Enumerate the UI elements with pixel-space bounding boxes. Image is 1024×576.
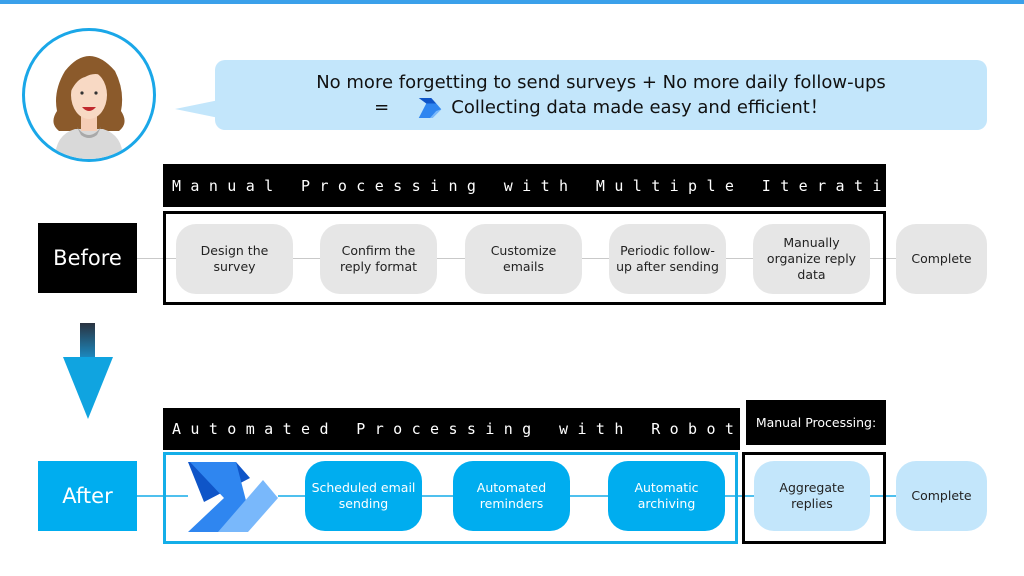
step-scheduled-email-sending: Scheduled email sending <box>305 461 422 531</box>
before-label: Before <box>38 223 137 293</box>
down-arrow-icon <box>63 357 113 419</box>
step-aggregate-replies: Aggregate replies <box>754 461 870 531</box>
step-periodic-follow-up: Periodic follow-up after sending <box>609 224 726 294</box>
top-accent-bar <box>0 0 1024 4</box>
power-automate-logo <box>188 462 278 532</box>
step-customize-emails: Customize emails <box>465 224 582 294</box>
manual-processing-small-header: Manual Processing: <box>746 400 886 445</box>
woman-avatar-icon <box>53 56 125 159</box>
power-automate-logo-icon <box>419 97 442 118</box>
bubble-line-2-text: Collecting data made easy and efficient！ <box>451 97 828 118</box>
after-label: After <box>38 461 137 531</box>
bubble-line-2: = Collecting data made easy and efficien… <box>374 95 828 120</box>
equals-sign: = <box>374 97 390 118</box>
step-automated-reminders: Automated reminders <box>453 461 570 531</box>
speech-bubble: No more forgetting to send surveys + No … <box>215 60 987 130</box>
down-arrow-shaft <box>80 323 95 359</box>
avatar <box>22 28 156 162</box>
manual-processing-header: Manual Processing with Multiple Iteratio… <box>163 164 955 207</box>
power-automate-logo-icon <box>188 462 278 532</box>
step-organize-reply-data: Manually organize reply data <box>753 224 870 294</box>
step-complete-before: Complete <box>896 224 987 294</box>
step-design-survey: Design the survey <box>176 224 293 294</box>
step-complete-after: Complete <box>896 461 987 531</box>
bubble-line-1: No more forgetting to send surveys + No … <box>316 72 886 93</box>
step-confirm-reply-format: Confirm the reply format <box>320 224 437 294</box>
speech-bubble-tail <box>175 100 219 118</box>
step-automatic-archiving: Automatic archiving <box>608 461 725 531</box>
automated-processing-header: Automated Processing with Robots: <box>163 408 771 450</box>
